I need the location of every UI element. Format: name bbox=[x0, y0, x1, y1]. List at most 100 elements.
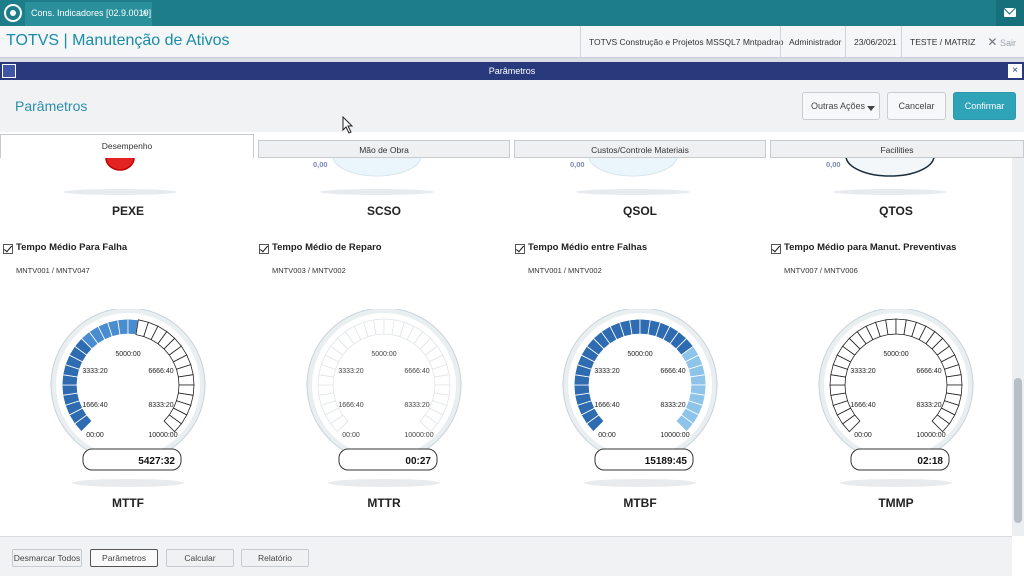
app-header: TOTVS | Manutenção de Ativos TOTVS Const… bbox=[0, 26, 1024, 58]
indicator-column-3: 0,00 QSOL Tempo Médio entre Falhas MNTV0… bbox=[512, 158, 768, 532]
gauge-tick-label: 1666:40 bbox=[338, 402, 363, 409]
indicator-codes: MNTV001 / MNTV002 bbox=[528, 266, 602, 275]
dialog-footer: Desmarcar Todos Parâmetros Calcular Rela… bbox=[0, 536, 1012, 576]
tab-desempenho[interactable]: Desempenho bbox=[0, 134, 254, 158]
gauge-tick-label: 5000:00 bbox=[883, 351, 908, 358]
gauge-shadow bbox=[584, 479, 696, 487]
prev-indicator-code: QSOL bbox=[622, 204, 657, 218]
gauge-mttr: 00:00 1666:40 3333:20 5000:00 6666:40 8333:20… bbox=[306, 309, 462, 487]
indicator-column-1: PEXE Tempo Médio Para Falha MNTV001 / MN… bbox=[0, 158, 256, 532]
window-icon bbox=[2, 64, 16, 78]
gauge-tick-label: 6666:40 bbox=[404, 368, 429, 375]
checkbox-mttf[interactable] bbox=[3, 244, 13, 254]
indicator-codes: MNTV007 / MNTV006 bbox=[784, 266, 858, 275]
gauge-tick-label: 10000:00 bbox=[148, 432, 177, 439]
gauge-tick-label: 6666:40 bbox=[916, 368, 941, 375]
tab-cons-indicadores[interactable]: Cons. Indicadores [02.9.0019] × bbox=[25, 2, 152, 26]
gauge-tick-label: 5000:00 bbox=[627, 351, 652, 358]
gauge-tick-label: 00:00 bbox=[598, 432, 616, 439]
uncheck-all-button[interactable]: Desmarcar Todos bbox=[12, 549, 82, 567]
prev-indicator-code: PEXE bbox=[111, 204, 144, 218]
calculate-button[interactable]: Calcular bbox=[166, 549, 234, 567]
tab-custos[interactable]: Custos/Controle Materiais bbox=[514, 140, 766, 158]
indicator-name: TMMP bbox=[878, 496, 914, 510]
tab-facilities[interactable]: Facilities bbox=[770, 140, 1024, 158]
gauge-mttf: 00:00 1666:40 3333:20 5000:00 6666:40 8333:20… bbox=[50, 309, 206, 487]
gauge-tick-label: 3333:20 bbox=[82, 368, 107, 375]
prev-indicator-code: QTOS bbox=[879, 204, 913, 218]
gauge-tick-label: 10000:00 bbox=[660, 432, 689, 439]
indicators-panel: PEXE Tempo Médio Para Falha MNTV001 / MN… bbox=[0, 158, 1012, 532]
gauge-face bbox=[824, 313, 968, 457]
gauge-tick-label: 3333:20 bbox=[594, 368, 619, 375]
gauge-tick-label: 8333:20 bbox=[916, 402, 941, 409]
gauge-tick-label: 6666:40 bbox=[660, 368, 685, 375]
scrollbar-thumb[interactable] bbox=[1014, 378, 1022, 523]
date-info[interactable]: 23/06/2021 bbox=[845, 26, 905, 58]
gauge-value-text: 02:18 bbox=[917, 456, 943, 467]
tab-mao-de-obra[interactable]: Mão de Obra bbox=[258, 140, 510, 158]
gauge-shadow bbox=[72, 479, 184, 487]
vertical-scrollbar[interactable] bbox=[1012, 158, 1024, 536]
exit-button[interactable]: ✕ Sair bbox=[987, 26, 1016, 59]
checkbox-mtbf[interactable] bbox=[515, 244, 525, 254]
dialog-close-button[interactable]: × bbox=[1008, 64, 1022, 78]
gauge-tick-label: 00:00 bbox=[854, 432, 872, 439]
gauge-value-text: 15189:45 bbox=[645, 456, 688, 467]
user-info[interactable]: Administrador bbox=[780, 26, 849, 58]
mouse-cursor-icon bbox=[342, 116, 354, 134]
gauge-tick-label: 5000:00 bbox=[371, 351, 396, 358]
exit-label: Sair bbox=[999, 38, 1016, 48]
chevron-down-icon bbox=[867, 106, 875, 111]
gauge-tick-label: 10000:00 bbox=[404, 432, 433, 439]
more-actions-button[interactable]: Outras Ações bbox=[802, 92, 880, 120]
indicator-name: MTBF bbox=[623, 496, 657, 510]
indicator-name: MTTF bbox=[112, 496, 144, 510]
report-button[interactable]: Relatório bbox=[241, 549, 309, 567]
dialog-window-title: Parâmetros bbox=[488, 66, 536, 76]
gauge-tick-label: 3333:20 bbox=[338, 368, 363, 375]
mail-icon[interactable] bbox=[996, 0, 1024, 26]
checkbox-mttr[interactable] bbox=[259, 244, 269, 254]
gauge-tick-label: 8333:20 bbox=[660, 402, 685, 409]
indicator-column-4: 0,00 QTOS Tempo Médio para Manut. Preven… bbox=[768, 158, 1012, 532]
gauge-tick-label: 1666:40 bbox=[82, 402, 107, 409]
dialog-titlebar: Parâmetros × bbox=[0, 62, 1024, 80]
indicator-codes: MNTV001 / MNTV047 bbox=[16, 266, 90, 275]
prev-zero-value: 0,00 bbox=[570, 160, 585, 169]
checkbox-tmmp[interactable] bbox=[771, 244, 781, 254]
branch-info[interactable]: TESTE / MATRIZ bbox=[901, 26, 983, 58]
gauge-tick-label: 8333:20 bbox=[148, 402, 173, 409]
gauge-tick-label: 00:00 bbox=[86, 432, 104, 439]
parameters-button[interactable]: Parâmetros bbox=[90, 549, 158, 567]
page-title: Parâmetros bbox=[15, 98, 88, 114]
gauge-value-text: 5427:32 bbox=[138, 456, 175, 467]
gauge-tick-label: 3333:20 bbox=[850, 368, 875, 375]
confirm-button[interactable]: Confirmar bbox=[953, 92, 1016, 120]
gauge-face bbox=[56, 313, 200, 457]
gauge-tick-label: 10000:00 bbox=[916, 432, 945, 439]
indicator-title: Tempo Médio para Manut. Preventivas bbox=[784, 242, 957, 253]
tab-label: Cons. Indicadores [02.9.0019] bbox=[31, 8, 152, 18]
gauge-face bbox=[312, 313, 456, 457]
tab-close-icon[interactable]: × bbox=[142, 2, 147, 24]
cancel-button[interactable]: Cancelar bbox=[887, 92, 946, 120]
totvs-logo-icon[interactable] bbox=[4, 4, 22, 22]
indicator-title: Tempo Médio Para Falha bbox=[16, 242, 128, 253]
indicator-column-2: 0,00 SCSO Tempo Médio de Reparo MNTV003 … bbox=[256, 158, 512, 532]
gauge-face bbox=[568, 313, 712, 457]
gauge-tmmp: 00:00 1666:40 3333:20 5000:00 6666:40 8333:20… bbox=[818, 309, 974, 487]
parameters-dialog: Parâmetros × Parâmetros Outras Ações Can… bbox=[0, 62, 1024, 576]
gauge-value-text: 00:27 bbox=[405, 456, 431, 467]
prev-zero-value: 0,00 bbox=[313, 160, 328, 169]
prev-zero-value: 0,00 bbox=[826, 160, 841, 169]
indicator-name: MTTR bbox=[367, 496, 401, 510]
close-icon: ✕ bbox=[987, 35, 998, 49]
app-title: TOTVS | Manutenção de Ativos bbox=[6, 32, 230, 49]
tab-strip: Desempenho Mão de Obra Custos/Controle M… bbox=[0, 132, 1024, 158]
dialog-header: Parâmetros Outras Ações Cancelar Confirm… bbox=[0, 80, 1024, 132]
gauge-tick-label: 5000:00 bbox=[115, 351, 140, 358]
gauge-tick-label: 8333:20 bbox=[404, 402, 429, 409]
company-info[interactable]: TOTVS Construção e Projetos MSSQL7 Mntpa… bbox=[580, 26, 792, 58]
gauge-shadow bbox=[840, 479, 952, 487]
